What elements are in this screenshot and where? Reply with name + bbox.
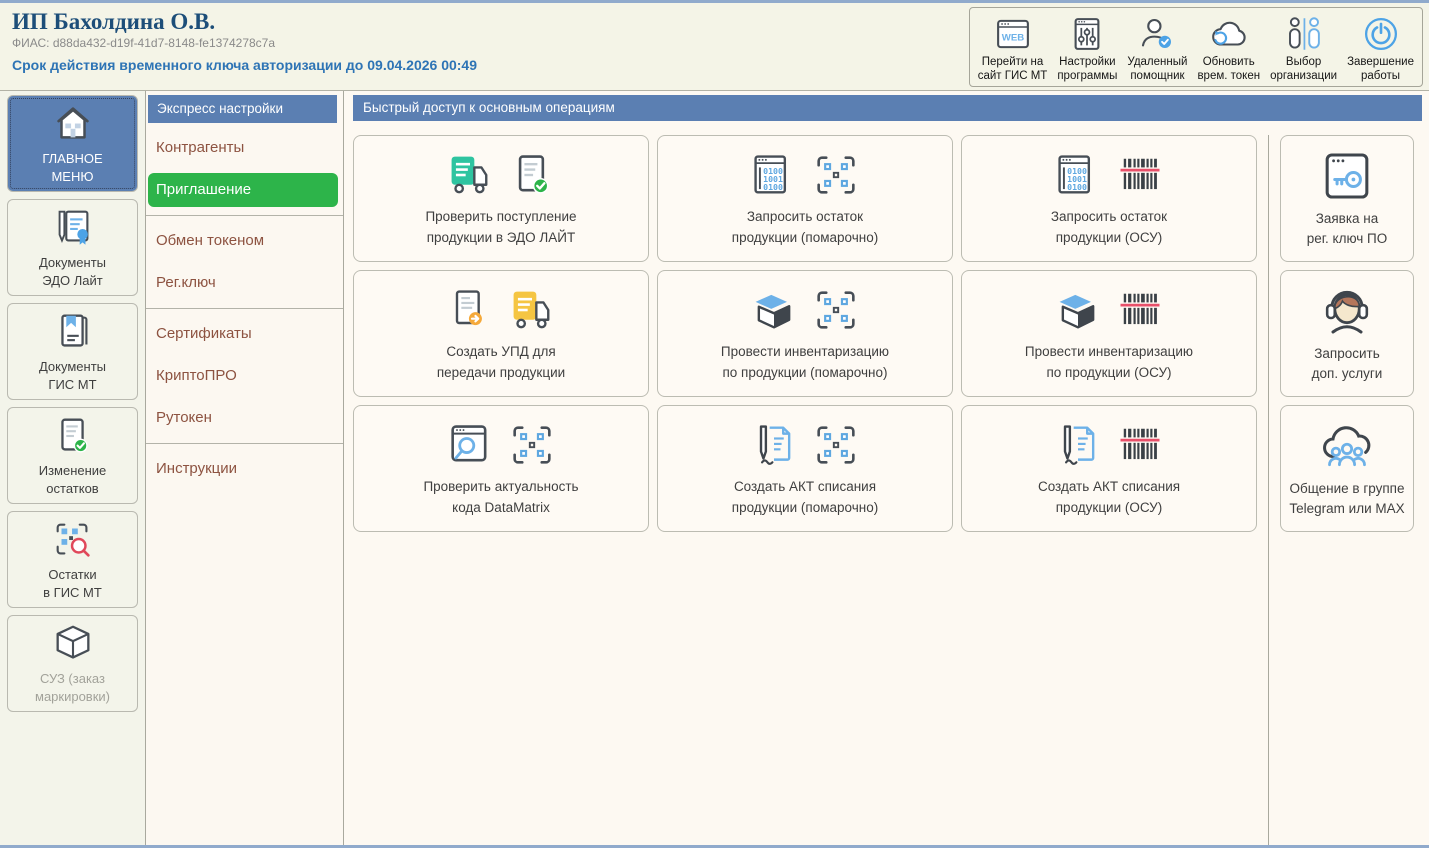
quick-access-grid: Проверить поступление продукции в ЭДО ЛА… — [353, 135, 1257, 845]
barcode-icon — [1114, 419, 1166, 471]
app-window: ИП Бахолдина О.В. ФИАС: d88da432-d19f-41… — [0, 0, 1429, 848]
web-site-icon — [992, 13, 1034, 55]
toolbar-refresh-token-button[interactable]: Обновить врем. токен — [1192, 10, 1265, 84]
power-icon — [1360, 13, 1402, 55]
toolbar-remote-helper-button[interactable]: Удаленный помощник — [1122, 10, 1192, 84]
content: ГЛАВНОЕ МЕНЮ Документы ЭДО Лайт Документ… — [0, 91, 1429, 845]
toolbar-goto-gis-mt-site-button[interactable]: Перейти на сайт ГИС МТ — [973, 10, 1053, 84]
window-key-icon — [1319, 148, 1375, 204]
document-check-icon — [506, 149, 558, 201]
truck-document-yellow-icon — [506, 284, 558, 336]
card-inventory-by-mark[interactable]: Провести инвентаризацию по продукции (по… — [657, 270, 953, 397]
document-arrow-icon — [444, 284, 496, 336]
document-check-icon — [50, 413, 96, 459]
sidebar-item-change-stock[interactable]: Изменение остатков — [7, 407, 138, 504]
card-create-upd-transfer[interactable]: Создать УПД для передачи продукции — [353, 270, 649, 397]
document-pen-seal-icon — [50, 205, 96, 251]
menu-item-instructions[interactable]: Инструкции — [148, 452, 338, 486]
sidebar-item-main-menu[interactable]: ГЛАВНОЕ МЕНЮ — [7, 95, 138, 192]
quick-access-header: Быстрый доступ к основным операциям — [353, 95, 1422, 121]
menu-item-token-exchange[interactable]: Обмен токеном — [148, 224, 338, 258]
cloud-people-icon — [1319, 418, 1375, 474]
remote-helper-icon — [1136, 13, 1178, 55]
open-box-icon — [1052, 284, 1104, 336]
card-create-writeoff-act-osu[interactable]: Создать АКТ списания продукции (ОСУ) — [961, 405, 1257, 532]
card-reg-key-request[interactable]: Заявка на рег. ключ ПО — [1280, 135, 1414, 262]
menu-divider — [146, 443, 343, 444]
barcode-icon — [1114, 284, 1166, 336]
sidebar-item-gis-mt-documents[interactable]: Документы ГИС МТ — [7, 303, 138, 400]
menu-divider — [146, 215, 343, 216]
menu-item-rutoken[interactable]: Рутокен — [148, 401, 338, 435]
barcode-icon — [1114, 149, 1166, 201]
card-inventory-osu[interactable]: Провести инвентаризацию по продукции (ОС… — [961, 270, 1257, 397]
menu-item-reg-key[interactable]: Рег.ключ — [148, 266, 338, 300]
cloud-refresh-icon — [1208, 13, 1250, 55]
window-search-icon — [444, 419, 496, 471]
header-toolbar: Перейти на сайт ГИС МТ Настройки програм… — [969, 7, 1423, 87]
quick-access-body: Проверить поступление продукции в ЭДО ЛА… — [353, 135, 1421, 845]
menu-header: Экспресс настройки — [148, 95, 337, 123]
card-create-writeoff-act-by-mark[interactable]: Создать АКТ списания продукции (помарочн… — [657, 405, 953, 532]
card-request-stock-osu[interactable]: Запросить остаток продукции (ОСУ) — [961, 135, 1257, 262]
qr-code-icon — [810, 284, 862, 336]
pen-document-icon — [1052, 419, 1104, 471]
document-bookmark-icon — [50, 309, 96, 355]
toolbar-program-settings-button[interactable]: Настройки программы — [1052, 10, 1122, 84]
truck-document-green-icon — [444, 149, 496, 201]
sidebar-item-edo-lite-documents[interactable]: Документы ЭДО Лайт — [7, 199, 138, 296]
card-request-extra-services[interactable]: Запросить доп. услуги — [1280, 270, 1414, 397]
choose-organization-icon — [1283, 13, 1325, 55]
header: ИП Бахолдина О.В. ФИАС: d88da432-d19f-41… — [0, 3, 1429, 91]
open-box-icon — [748, 284, 800, 336]
home-icon — [50, 101, 96, 147]
toolbar-exit-button[interactable]: Завершение работы — [1342, 10, 1419, 84]
side-cards: Заявка на рег. ключ ПО Запросить доп. ус… — [1280, 135, 1414, 845]
card-community-telegram-max[interactable]: Общение в группе Telegram или MAX — [1280, 405, 1414, 532]
menu-item-certificates[interactable]: Сертификаты — [148, 317, 338, 351]
pen-document-icon — [748, 419, 800, 471]
binary-code-icon — [748, 149, 800, 201]
menu-divider — [146, 308, 343, 309]
menu-item-invitation[interactable]: Приглашение — [148, 173, 338, 207]
qr-code-icon — [506, 419, 558, 471]
main-area: Быстрый доступ к основным операциям Пров… — [344, 91, 1429, 845]
settings-sliders-icon — [1066, 13, 1108, 55]
sidebar: ГЛАВНОЕ МЕНЮ Документы ЭДО Лайт Документ… — [0, 91, 146, 845]
package-box-icon — [50, 621, 96, 667]
vertical-divider — [1268, 135, 1269, 845]
menu-item-counterparties[interactable]: Контрагенты — [148, 131, 338, 165]
card-check-incoming-edo-lite[interactable]: Проверить поступление продукции в ЭДО ЛА… — [353, 135, 649, 262]
qr-code-icon — [810, 149, 862, 201]
qr-code-icon — [810, 419, 862, 471]
qr-search-icon — [50, 517, 96, 563]
menu-item-cryptopro[interactable]: КриптоПРО — [148, 359, 338, 393]
card-request-stock-by-mark[interactable]: Запросить остаток продукции (помарочно) — [657, 135, 953, 262]
binary-code-icon — [1052, 149, 1104, 201]
support-agent-icon — [1319, 283, 1375, 339]
express-settings-menu: Экспресс настройки Контрагенты Приглашен… — [146, 91, 344, 845]
sidebar-item-stock-in-gis-mt[interactable]: Остатки в ГИС МТ — [7, 511, 138, 608]
card-check-datamatrix[interactable]: Проверить актуальность кода DataMatrix — [353, 405, 649, 532]
toolbar-choose-organization-button[interactable]: Выбор организации — [1265, 10, 1342, 84]
sidebar-item-suz-marking-order[interactable]: СУЗ (заказ маркировки) — [7, 615, 138, 712]
